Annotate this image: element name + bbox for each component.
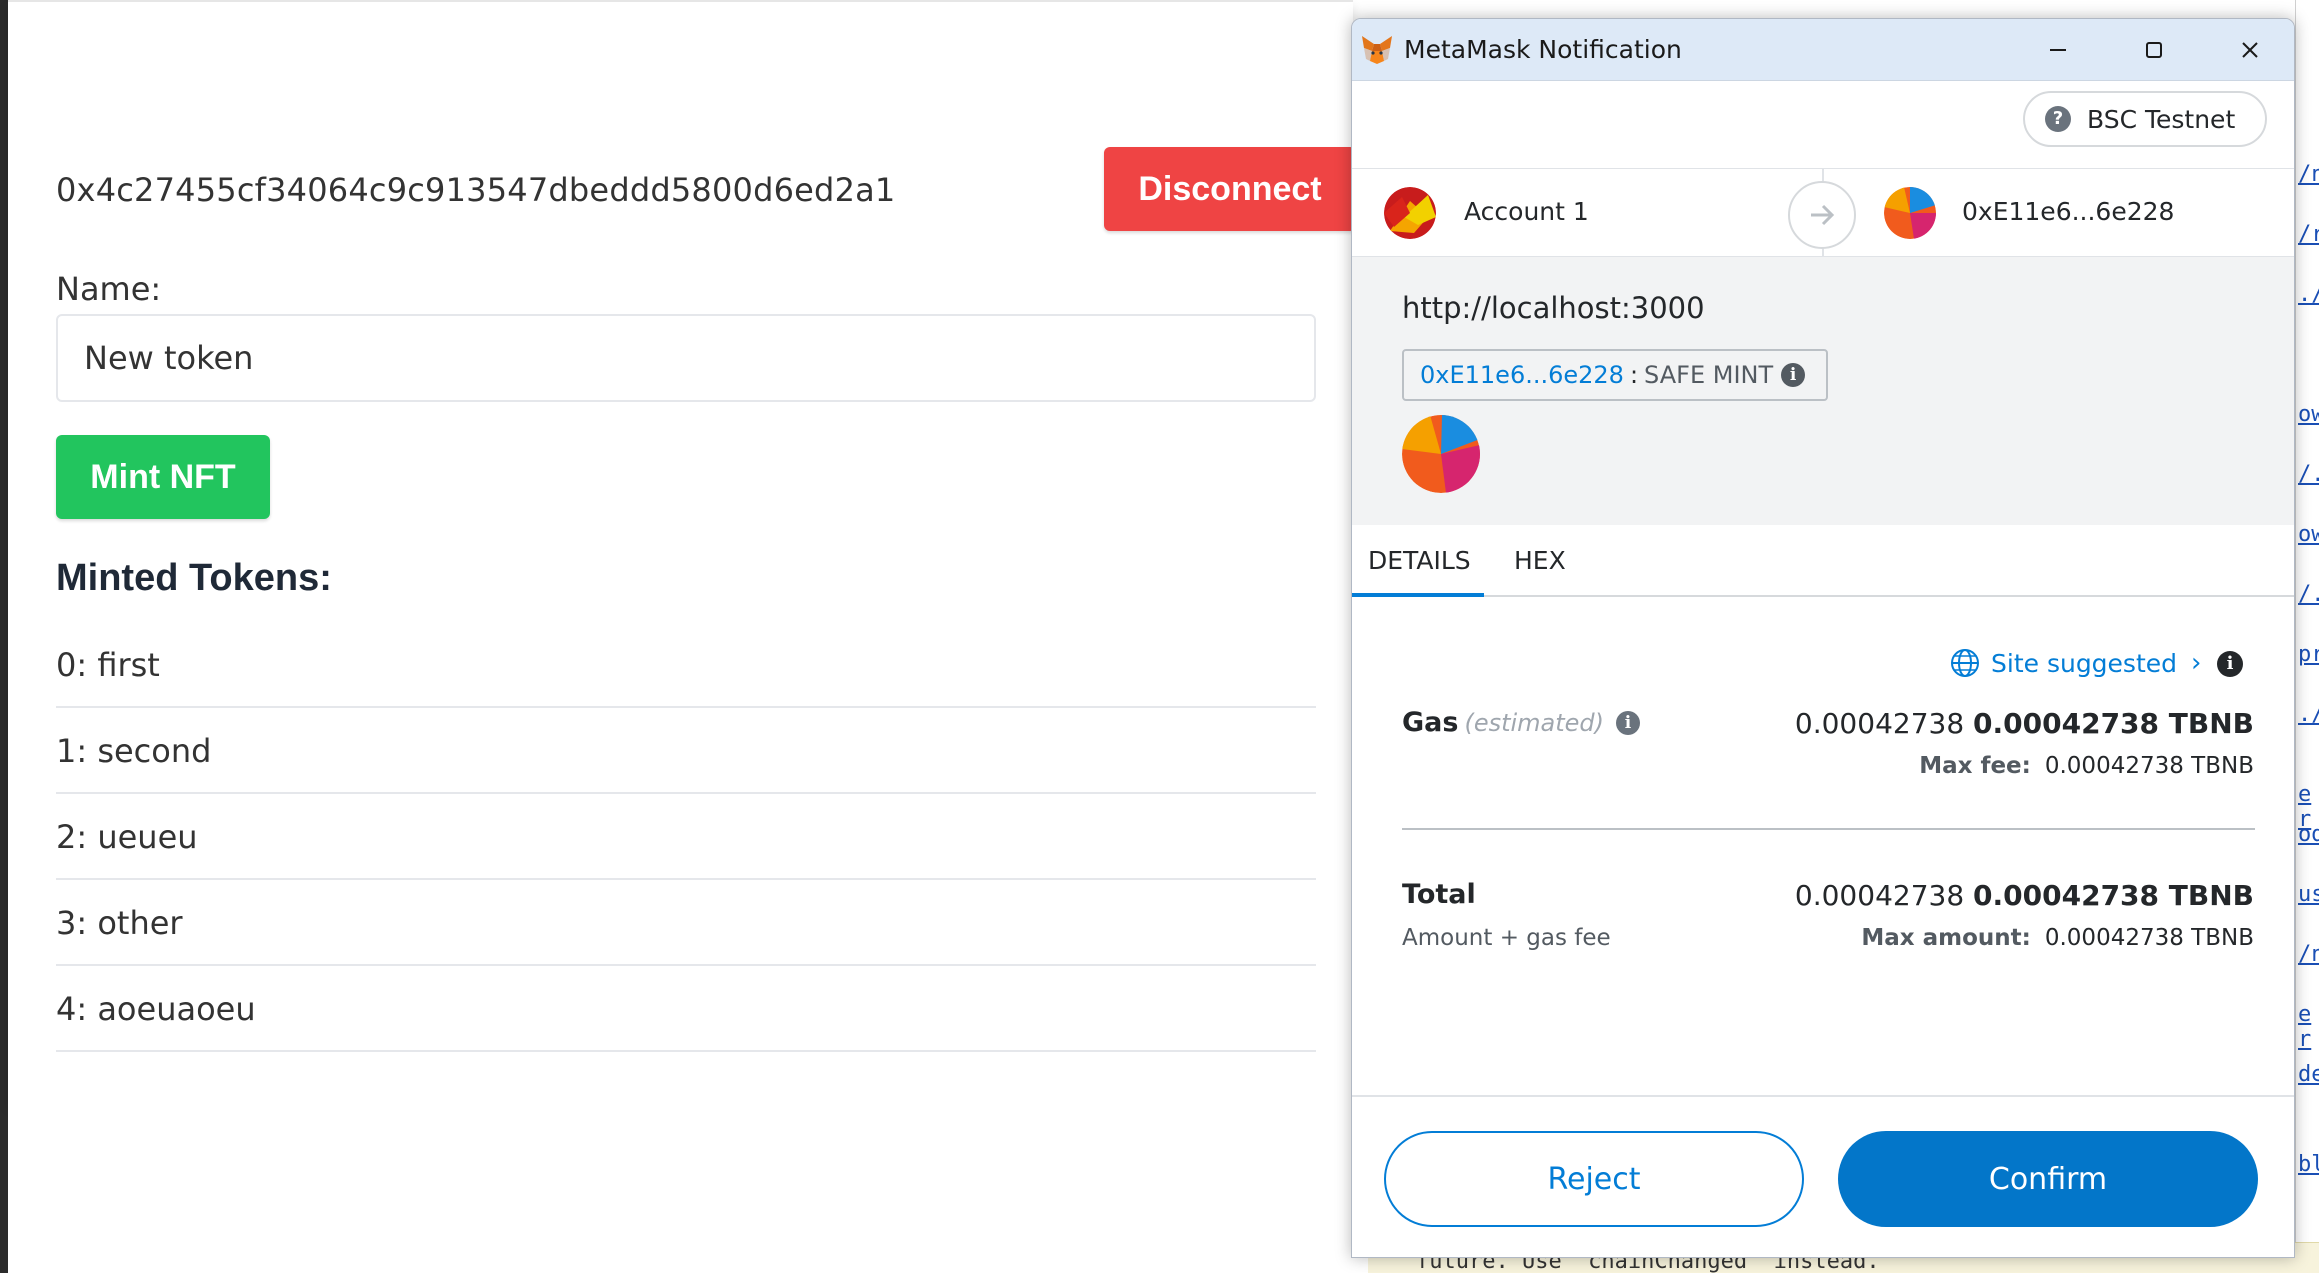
metamask-notification-window: MetaMask Notification ? BSC Testnet Acco…	[1351, 18, 2295, 1258]
name-label: Name:	[56, 270, 162, 308]
chevron-right-icon: ›	[2191, 648, 2202, 678]
contract-address-link[interactable]: 0xE11e6...6e228	[1420, 361, 1624, 389]
info-icon: i	[1616, 711, 1640, 735]
gas-info-icon[interactable]: i	[2217, 651, 2243, 677]
disconnect-button[interactable]: Disconnect	[1104, 147, 1356, 231]
token-list-item: 1: second	[56, 708, 1316, 794]
from-account-avatar	[1384, 187, 1436, 239]
arrow-right-icon	[1788, 181, 1856, 249]
wallet-address: 0x4c27455cf34064c9c913547dbeddd5800d6ed2…	[56, 171, 896, 209]
gas-native-amount: 0.00042738 TBNB	[1973, 707, 2254, 740]
max-amount: Max amount: 0.00042738 TBNB	[1861, 925, 2254, 951]
info-icon[interactable]: i	[1781, 363, 1806, 387]
site-suggested-link[interactable]: Site suggested ›	[1949, 647, 2201, 679]
details-divider	[1402, 828, 2255, 830]
maximize-icon	[2146, 42, 2162, 58]
total-label: Total	[1402, 879, 1476, 910]
transaction-tabs: DETAILS HEX	[1352, 525, 2294, 597]
token-name-input[interactable]	[56, 314, 1316, 402]
max-amount-label: Max amount:	[1861, 925, 2031, 951]
metamask-fox-icon	[1362, 36, 1392, 64]
wallet-row: 0x4c27455cf34064c9c913547dbeddd5800d6ed2…	[56, 147, 1356, 231]
devtools-panel-edge: /nc /r ./ ows /. ows /. pro ./ e r odu u…	[2295, 0, 2319, 1273]
gas-estimated-label: (estimated)	[1464, 709, 1605, 737]
transaction-details: Site suggested › i Gas (estimated) i 0.00…	[1352, 597, 2294, 1107]
total-native-amount: 0.00042738 TBNB	[1973, 879, 2254, 912]
minted-tokens-heading: Minted Tokens:	[56, 557, 332, 599]
network-bar: ? BSC Testnet	[1352, 81, 2294, 169]
minted-token-list: 0: first 1: second 2: ueueu 3: other 4: …	[56, 622, 1316, 1052]
token-list-item: 0: first	[56, 622, 1316, 708]
method-separator: :	[1629, 361, 1639, 389]
origin-url: http://localhost:3000	[1402, 291, 1705, 325]
maximize-button[interactable]	[2106, 19, 2202, 81]
window-title: MetaMask Notification	[1404, 35, 1682, 64]
reject-button[interactable]: Reject	[1384, 1131, 1804, 1227]
window-titlebar[interactable]: MetaMask Notification	[1352, 19, 2294, 81]
token-list-item: 4: aoeuaoeu	[56, 966, 1316, 1052]
minimize-button[interactable]	[2010, 19, 2106, 81]
contract-method-badge: 0xE11e6...6e228 : SAFE MINT i	[1402, 349, 1828, 401]
page-background	[8, 1103, 1353, 1273]
total-amount: 0.00042738 0.00042738 TBNB	[1795, 879, 2254, 912]
action-footer: Reject Confirm	[1352, 1095, 2294, 1257]
globe-icon	[1951, 649, 1979, 677]
to-account-avatar	[1884, 187, 1936, 239]
close-button[interactable]	[2202, 19, 2294, 81]
site-suggested-label: Site suggested	[1991, 648, 2178, 678]
account-transfer-bar: Account 1 0xE11e6...6e228	[1352, 169, 2294, 257]
mint-nft-button[interactable]: Mint NFT	[56, 435, 270, 519]
question-icon: ?	[2045, 106, 2071, 132]
gas-fiat: 0.00042738	[1794, 707, 1965, 740]
total-subtitle: Amount + gas fee	[1402, 925, 1611, 951]
gas-label: Gas (estimated)	[1402, 707, 1605, 738]
token-list-item: 2: ueueu	[56, 794, 1316, 880]
max-amount-value: 0.00042738 TBNB	[2044, 925, 2254, 951]
max-fee-value: 0.00042738 TBNB	[2044, 753, 2254, 779]
network-name: BSC Testnet	[2087, 104, 2236, 134]
tab-hex[interactable]: HEX	[1498, 525, 1582, 597]
to-account-address: 0xE11e6...6e228	[1962, 197, 2175, 226]
max-fee: Max fee: 0.00042738 TBNB	[1919, 753, 2254, 779]
background-app-edge	[0, 0, 8, 1273]
token-list-item: 3: other	[56, 880, 1316, 966]
transaction-origin: http://localhost:3000 0xE11e6...6e228 : …	[1352, 257, 2294, 525]
dapp-page: 0x4c27455cf34064c9c913547dbeddd5800d6ed2…	[8, 0, 1356, 1103]
method-name: SAFE MINT	[1644, 361, 1774, 389]
max-fee-label: Max fee:	[1919, 753, 2031, 779]
close-icon	[2242, 42, 2258, 58]
gas-amount: 0.00042738 0.00042738 TBNB	[1795, 707, 2254, 740]
confirm-button[interactable]: Confirm	[1838, 1131, 2258, 1227]
gas-estimate-info[interactable]: i	[1616, 711, 1640, 735]
contract-avatar	[1402, 415, 1480, 493]
total-fiat: 0.00042738	[1794, 879, 1965, 912]
tab-details[interactable]: DETAILS	[1352, 525, 1484, 597]
minimize-icon	[2050, 49, 2066, 51]
from-account-name: Account 1	[1464, 197, 1589, 226]
network-selector[interactable]: ? BSC Testnet	[2023, 91, 2267, 147]
